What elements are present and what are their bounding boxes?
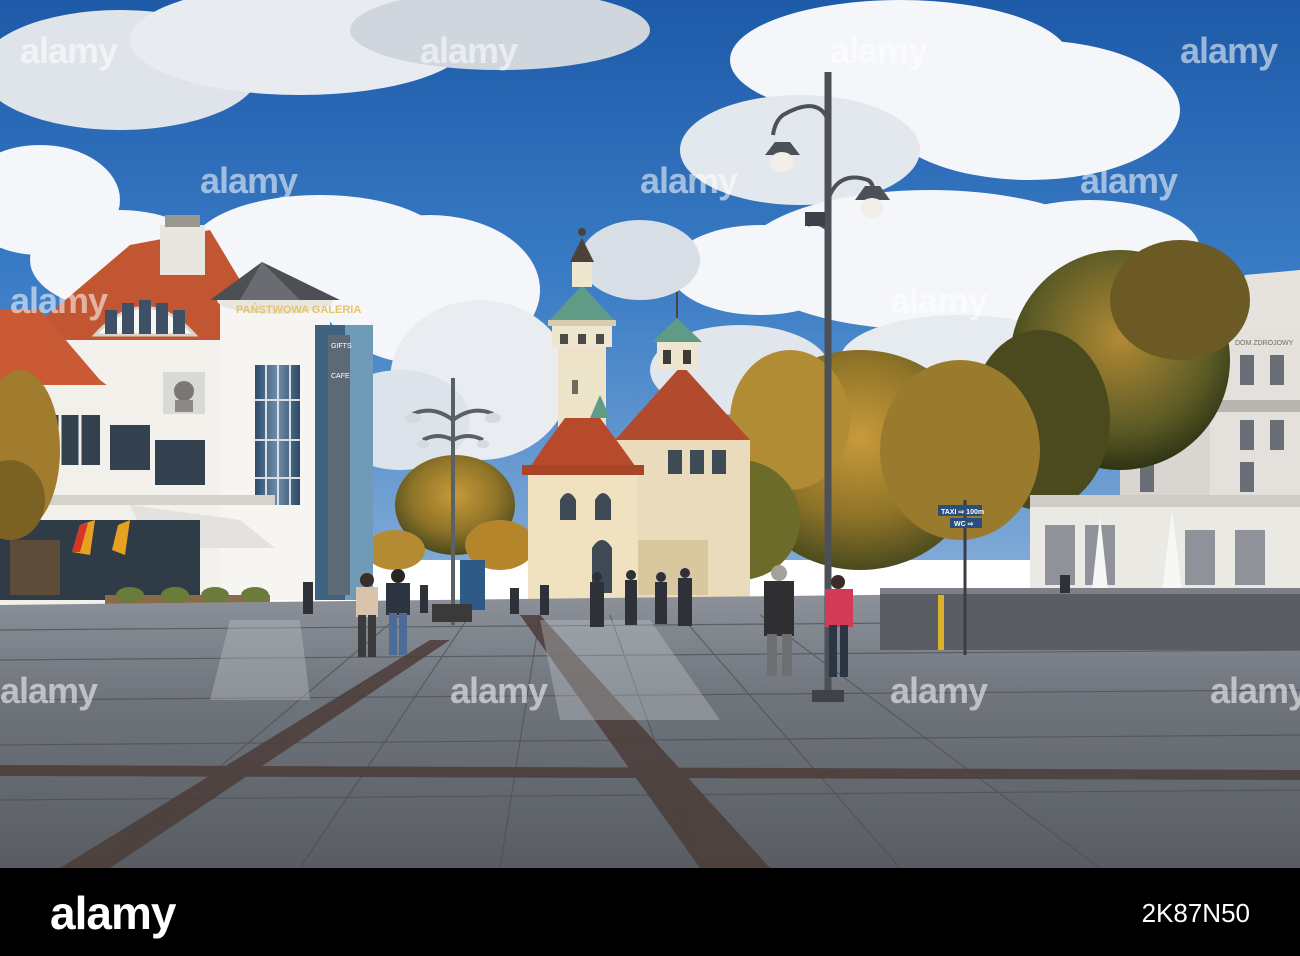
sign-taxi: TAXI ⇨ 100m bbox=[941, 509, 984, 516]
alamy-logo[interactable]: alamy bbox=[50, 886, 176, 940]
gallery-sign: PAŃSTWOWA GALERIA bbox=[236, 303, 361, 316]
sign-wc: WC ⇨ bbox=[954, 521, 974, 528]
image-id: 2K87N50 bbox=[1141, 898, 1250, 928]
photo-scene: DOM ZDROJOWY PAŃSTWOWA GALERIA GIFTS CAF… bbox=[0, 0, 1300, 868]
facade-label-cafe: CAFE bbox=[331, 373, 350, 380]
footer-bar: alamy 2K87N50 bbox=[0, 868, 1300, 956]
facade-label-gifts: GIFTS bbox=[331, 343, 352, 350]
right-building-sign: DOM ZDROJOWY bbox=[1235, 340, 1294, 347]
info-kiosk bbox=[460, 560, 485, 610]
right-pavilion bbox=[1030, 495, 1300, 600]
bench bbox=[432, 604, 472, 622]
